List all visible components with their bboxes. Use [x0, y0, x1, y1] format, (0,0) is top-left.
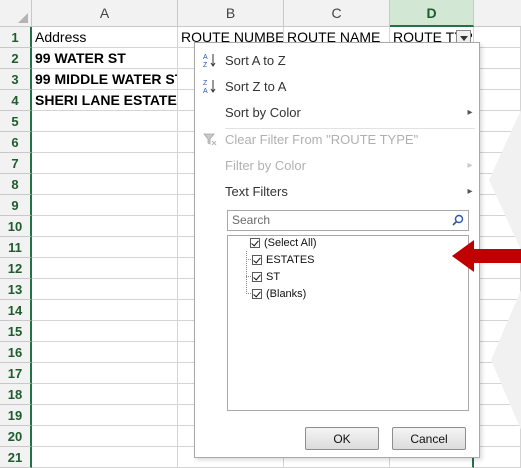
checkbox-label: (Select All)	[264, 236, 317, 249]
cell-a3[interactable]: 99 MIDDLE WATER ST	[32, 69, 178, 90]
background-decoration	[489, 110, 521, 430]
submenu-arrow-icon: ▸	[467, 185, 473, 197]
checkbox-checked-icon	[252, 271, 262, 282]
search-icon	[452, 214, 464, 226]
filter-values-list[interactable]: (Select All) ESTATES ST (Blanks)	[227, 235, 469, 411]
checkbox-checked-icon	[252, 254, 262, 265]
column-header-d[interactable]: D	[390, 0, 474, 27]
row-header-20[interactable]: 20	[0, 426, 32, 447]
empty-cell[interactable]	[474, 27, 521, 48]
row-header-14[interactable]: 14	[0, 300, 32, 321]
cell-a1[interactable]: Address	[32, 27, 178, 48]
column-header-a[interactable]: A	[32, 0, 178, 27]
row-header-10[interactable]: 10	[0, 216, 32, 237]
checkbox-checked-icon	[250, 237, 260, 248]
checkbox-label: (Blanks)	[266, 287, 307, 300]
empty-cell[interactable]	[32, 279, 178, 300]
empty-cell[interactable]	[32, 237, 178, 258]
row-header-3[interactable]: 3	[0, 69, 32, 90]
search-placeholder: Search	[232, 213, 271, 227]
sort-az-icon: AZ	[195, 52, 225, 68]
menu-clear-filter-label: Clear Filter From "ROUTE TYPE"	[225, 131, 419, 147]
column-header-b[interactable]: B	[178, 0, 284, 27]
empty-cell[interactable]	[474, 69, 521, 90]
row-header-16[interactable]: 16	[0, 342, 32, 363]
column-header-c[interactable]: C	[284, 0, 390, 27]
cell-a2[interactable]: 99 WATER ST	[32, 48, 178, 69]
submenu-arrow-icon: ▸	[467, 106, 473, 118]
svg-text:A: A	[203, 88, 208, 94]
row-header-5[interactable]: 5	[0, 111, 32, 132]
row-header-18[interactable]: 18	[0, 384, 32, 405]
checkbox-label: ESTATES	[266, 253, 315, 266]
empty-cell[interactable]	[32, 195, 178, 216]
filter-dropdown-icon	[459, 35, 468, 41]
ok-button[interactable]: OK	[305, 427, 379, 450]
red-arrow-icon	[452, 240, 521, 272]
sort-za-icon: ZA	[195, 78, 225, 94]
empty-cell[interactable]	[32, 132, 178, 153]
svg-text:Z: Z	[203, 80, 208, 87]
menu-clear-filter: Clear Filter From "ROUTE TYPE"	[195, 126, 479, 152]
empty-cell[interactable]	[32, 216, 178, 237]
checkbox-label: ST	[266, 270, 281, 283]
row-header-19[interactable]: 19	[0, 405, 32, 426]
menu-text-filters[interactable]: Text Filters ▸	[195, 178, 479, 204]
empty-cell[interactable]	[32, 342, 178, 363]
menu-sort-by-color-label: Sort by Color	[225, 104, 301, 120]
empty-cell[interactable]	[32, 174, 178, 195]
row-header-8[interactable]: 8	[0, 174, 32, 195]
checkbox-estates[interactable]: ESTATES	[252, 251, 315, 268]
menu-text-filters-label: Text Filters	[225, 183, 288, 199]
menu-sort-by-color[interactable]: Sort by Color ▸	[195, 99, 479, 125]
empty-cell[interactable]	[32, 405, 178, 426]
menu-sort-z-a[interactable]: ZA Sort Z to A	[195, 73, 479, 99]
empty-cell[interactable]	[474, 48, 521, 69]
row-header-11[interactable]: 11	[0, 237, 32, 258]
cell-a4[interactable]: SHERI LANE ESTATES	[32, 90, 178, 111]
row-header-12[interactable]: 12	[0, 258, 32, 279]
column-header-e[interactable]	[474, 0, 521, 27]
row-header-13[interactable]: 13	[0, 279, 32, 300]
menu-sort-a-z[interactable]: AZ Sort A to Z	[195, 47, 479, 73]
empty-cell[interactable]	[32, 426, 178, 447]
menu-sort-a-z-label: Sort A to Z	[225, 52, 286, 68]
row-header-9[interactable]: 9	[0, 195, 32, 216]
clear-filter-icon	[195, 132, 225, 146]
select-all-corner[interactable]	[0, 0, 32, 27]
row-header-1[interactable]: 1	[0, 27, 32, 48]
checkbox-select-all[interactable]: (Select All)	[250, 234, 317, 251]
svg-text:A: A	[203, 54, 208, 61]
search-input[interactable]: Search	[227, 210, 469, 231]
svg-text:Z: Z	[203, 62, 208, 68]
empty-cell[interactable]	[32, 111, 178, 132]
menu-filter-by-color-label: Filter by Color	[225, 157, 306, 173]
menu-sort-z-a-label: Sort Z to A	[225, 78, 287, 94]
corner-triangle-icon	[18, 13, 28, 23]
row-header-15[interactable]: 15	[0, 321, 32, 342]
checkbox-checked-icon	[252, 288, 262, 299]
checkbox-st[interactable]: ST	[252, 268, 280, 285]
empty-cell[interactable]	[32, 363, 178, 384]
empty-cell[interactable]	[32, 384, 178, 405]
checkbox-blanks[interactable]: (Blanks)	[252, 285, 306, 302]
row-header-7[interactable]: 7	[0, 153, 32, 174]
menu-filter-by-color: Filter by Color ▸	[195, 152, 479, 178]
empty-cell[interactable]	[32, 300, 178, 321]
empty-cell[interactable]	[32, 258, 178, 279]
empty-cell[interactable]	[32, 153, 178, 174]
row-header-2[interactable]: 2	[0, 48, 32, 69]
cancel-button[interactable]: Cancel	[392, 427, 466, 450]
row-header-6[interactable]: 6	[0, 132, 32, 153]
submenu-arrow-icon: ▸	[467, 159, 473, 171]
row-header-17[interactable]: 17	[0, 363, 32, 384]
empty-cell[interactable]	[32, 321, 178, 342]
row-header-4[interactable]: 4	[0, 90, 32, 111]
filter-menu: AZ Sort A to Z ZA Sort Z to A Sort by Co…	[194, 42, 480, 458]
